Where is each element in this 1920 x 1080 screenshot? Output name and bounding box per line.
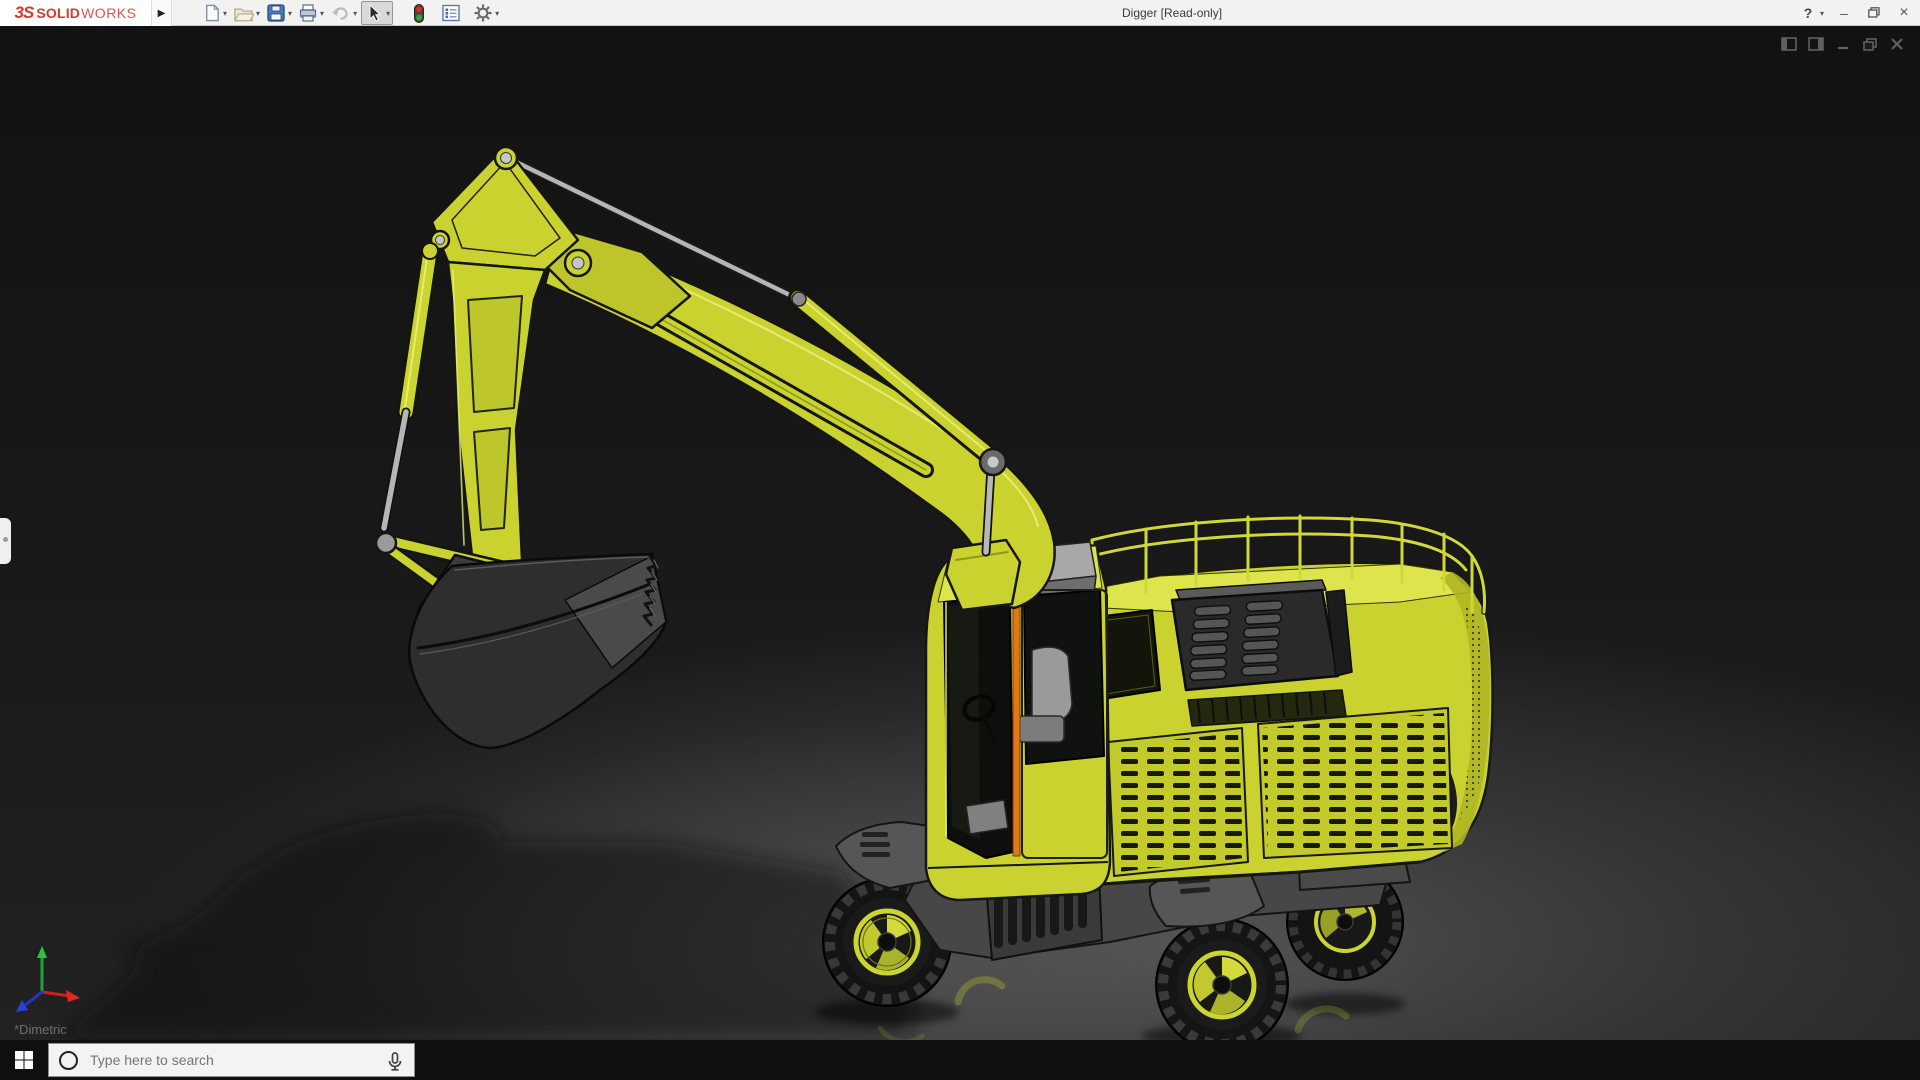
undo-button[interactable]: ▾: [328, 1, 359, 25]
document-title: Digger [Read-only]: [1122, 6, 1223, 20]
save-floppy-icon: [267, 4, 285, 22]
dropdown-caret[interactable]: ▾: [223, 9, 227, 18]
help-caret[interactable]: ▾: [1820, 9, 1824, 18]
seat: [1031, 646, 1073, 725]
wheel-front-right: [1155, 918, 1289, 1040]
window-controls: ? ▾ – ×: [1798, 0, 1914, 26]
options-list-button[interactable]: [439, 1, 463, 25]
printer-icon: [299, 4, 317, 22]
digger-model-scene: [0, 26, 1920, 1040]
brand-bold: SOLID: [36, 5, 81, 21]
open-folder-icon: [233, 8, 255, 22]
microphone-icon[interactable]: [386, 1051, 404, 1077]
dropdown-caret[interactable]: ▾: [495, 9, 499, 18]
restore-button[interactable]: [1864, 5, 1884, 21]
cortana-icon: [59, 1050, 78, 1070]
solidworks-logo: 3S SOLID WORKS: [0, 0, 152, 26]
save-button[interactable]: ▾: [264, 1, 294, 25]
windows-logo-icon: [15, 1051, 33, 1069]
child-minimize-button[interactable]: [1834, 36, 1852, 52]
windows-taskbar: [0, 1040, 1920, 1080]
brand-mark: 3S: [14, 3, 35, 22]
child-restore-button[interactable]: [1861, 36, 1879, 52]
pane-right-button[interactable]: [1807, 36, 1825, 52]
list-icon: [442, 4, 460, 22]
settings-button[interactable]: ▾: [471, 1, 501, 25]
performance-light-button[interactable]: [409, 1, 429, 25]
minimize-button[interactable]: –: [1834, 5, 1854, 21]
search-input[interactable]: [90, 1052, 340, 1068]
open-button[interactable]: ▾: [231, 1, 262, 25]
quick-access-toolbar: ▾ ▾ ▾ ▾ ▾ ▾ ▾: [200, 0, 503, 26]
cab-stripe: [1012, 597, 1021, 857]
close-button[interactable]: ×: [1894, 4, 1914, 22]
toolbar-flyout-arrow[interactable]: ▶: [152, 0, 172, 26]
dropdown-caret[interactable]: ▾: [353, 9, 357, 18]
select-cursor-icon: [369, 3, 382, 22]
title-bar: 3S SOLID WORKS ▶ ▾ ▾ ▾ ▾ ▾ ▾ ▾ Digger [R…: [0, 0, 1920, 26]
child-close-button[interactable]: [1888, 36, 1906, 52]
dropdown-caret[interactable]: ▾: [288, 9, 292, 18]
pane-left-button[interactable]: [1780, 36, 1798, 52]
panel-splitter-tab[interactable]: [0, 518, 11, 564]
gear-icon: [474, 4, 492, 22]
dropdown-caret[interactable]: ▾: [386, 9, 390, 18]
dropdown-caret[interactable]: ▾: [320, 9, 324, 18]
select-tool-button[interactable]: ▾: [361, 1, 394, 25]
restore-icon: [1868, 7, 1880, 18]
graphics-viewport[interactable]: *Dimetric: [0, 26, 1920, 1040]
new-document-icon: [206, 4, 219, 22]
help-button[interactable]: ?: [1798, 5, 1818, 21]
taskbar-search[interactable]: [48, 1043, 415, 1077]
undo-arrow-icon: [331, 7, 348, 20]
brand-light: WORKS: [81, 5, 137, 21]
traffic-light-icon: [414, 3, 425, 23]
document-window-controls: [1780, 36, 1906, 52]
view-orientation-label: *Dimetric: [14, 1022, 67, 1037]
new-document-button[interactable]: ▾: [200, 1, 229, 25]
print-button[interactable]: ▾: [296, 1, 326, 25]
start-button[interactable]: [10, 1048, 38, 1072]
dropdown-caret[interactable]: ▾: [256, 9, 260, 18]
